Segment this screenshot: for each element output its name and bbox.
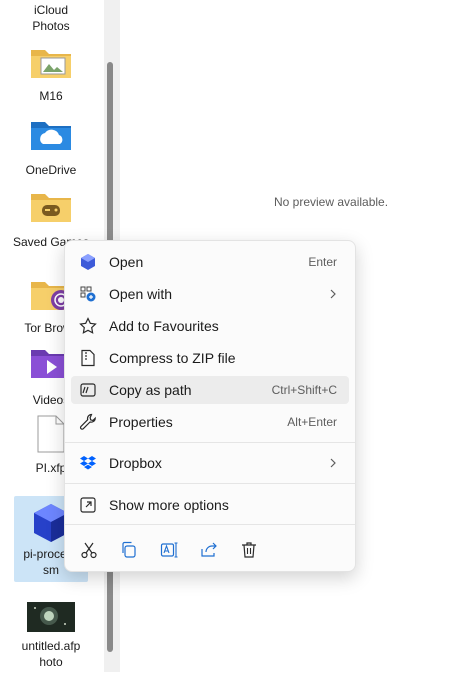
chevron-right-icon (330, 289, 336, 299)
menu-item-copy-as-path[interactable]: Copy as path Ctrl+Shift+C (71, 376, 349, 404)
menu-item-open[interactable]: Open Enter (71, 248, 349, 276)
file-item-untitled-afphoto[interactable]: untitled.afp hoto (10, 602, 92, 670)
cut-button[interactable] (75, 537, 103, 563)
saved-games-folder-icon (31, 194, 71, 222)
rename-icon (160, 542, 178, 558)
delete-button[interactable] (235, 537, 263, 563)
menu-item-compress-zip[interactable]: Compress to ZIP file (71, 344, 349, 372)
menu-item-show-more-options[interactable]: Show more options (71, 491, 349, 519)
dropbox-icon (80, 456, 96, 470)
rename-button[interactable] (155, 537, 183, 563)
scissors-icon (81, 542, 97, 559)
copy-button[interactable] (115, 537, 143, 563)
photo-thumbnail-icon (27, 602, 75, 632)
open-with-icon (80, 286, 96, 302)
context-menu: Open Enter Open with Add to Favourites C… (64, 240, 356, 572)
zip-icon (81, 349, 95, 367)
file-item-onedrive[interactable]: OneDrive (10, 116, 92, 178)
menu-separator (65, 483, 355, 484)
folder-icon (31, 50, 71, 78)
copy-path-icon (80, 383, 96, 397)
file-explorer-window: iCloud Photos M16 OneDrive Saved Games T… (0, 0, 474, 678)
wrench-icon (79, 413, 96, 430)
blank-file-icon (37, 415, 65, 453)
preview-pane-message: No preview available. (274, 195, 389, 209)
file-item-m16[interactable]: M16 (10, 44, 92, 104)
share-button[interactable] (195, 537, 223, 563)
trash-icon (242, 542, 256, 558)
share-icon (201, 542, 217, 557)
menu-item-dropbox[interactable]: Dropbox (71, 449, 349, 477)
menu-item-add-to-favourites[interactable]: Add to Favourites (71, 312, 349, 340)
onedrive-folder-icon (31, 122, 71, 150)
menu-item-properties[interactable]: Properties Alt+Enter (71, 408, 349, 436)
file-item-icloud-photos[interactable]: iCloud Photos (10, 2, 92, 34)
file-label: iCloud Photos (32, 3, 70, 33)
menu-item-open-with[interactable]: Open with (71, 280, 349, 308)
menu-separator (65, 442, 355, 443)
menu-separator (65, 524, 355, 525)
copy-icon (122, 541, 136, 558)
star-icon (79, 317, 97, 334)
chevron-right-icon (330, 458, 336, 468)
open-icon (81, 254, 95, 270)
more-options-icon (80, 497, 96, 513)
